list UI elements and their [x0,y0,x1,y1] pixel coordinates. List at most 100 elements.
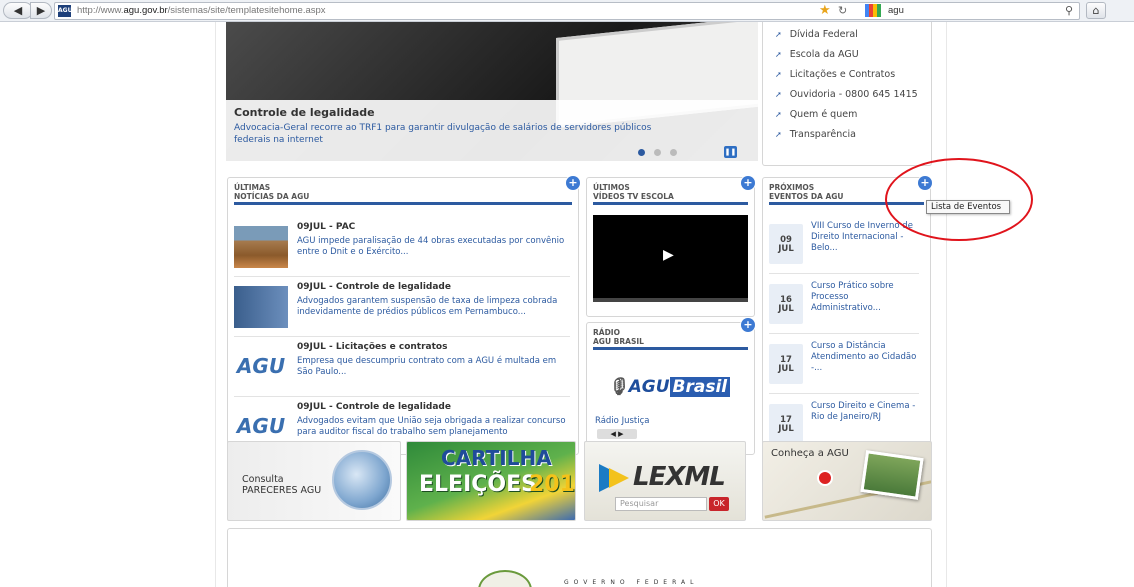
event-item[interactable]: 09 JUL VIII Curso de Inverno de Direito I… [769,216,919,274]
quick-link-transparencia[interactable]: ➚ Transparência [775,129,856,140]
news-heading: ÚLTIMAS NOTÍCIAS DA AGU [234,183,310,201]
news-more-button[interactable]: + [566,176,580,190]
radio-heading-rule [593,347,748,350]
back-arrow-icon: ◀ [13,4,23,17]
forward-button[interactable]: ▶ [30,2,52,19]
external-link-icon: ➚ [775,70,782,79]
event-date: 16 JUL [769,284,803,324]
event-title[interactable]: Curso Prático sobre Processo Administrat… [811,281,919,314]
search-box[interactable]: agu [888,5,904,16]
news-title[interactable]: 09JUL - Licitações e contratos [297,342,447,352]
building-photo [860,450,924,500]
agu-brasil-logo[interactable]: 🎙AGU Brasil [607,373,731,397]
videos-heading: ÚLTIMOS VÍDEOS TV ESCOLA [593,183,674,201]
event-item[interactable]: 17 JUL Curso a Distância Atendimento ao C… [769,336,919,394]
carousel-dot-2[interactable] [654,149,661,156]
address-bar[interactable]: AGU http://www.agu.gov.br/sistemas/site/… [54,2,1080,20]
url-text: http://www.agu.gov.br/sistemas/site/temp… [77,5,326,16]
pause-button[interactable]: ❚❚ [724,146,737,158]
news-heading-rule [234,202,572,205]
conheca-label: Conheça a AGU [771,448,849,459]
external-link-icon: ➚ [775,30,782,39]
play-icon[interactable]: ▶ [618,430,623,438]
lexml-search-input[interactable]: Pesquisar [615,497,707,511]
carousel-dot-1[interactable] [638,149,645,156]
plus-icon: + [568,176,578,189]
hero-title[interactable]: Controle de legalidade [234,106,375,119]
reload-icon[interactable]: ↻ [838,4,847,17]
radio-player-controls[interactable]: ◀ ▶ [597,429,637,439]
event-date: 17 JUL [769,404,803,444]
home-button[interactable]: ⌂ [1086,2,1106,19]
news-thumbnail-agu-logo[interactable]: AGU [234,346,288,388]
radio-justica-link[interactable]: Rádio Justiça [595,416,650,426]
hero-caption: Controle de legalidade Advocacia-Geral r… [226,100,758,161]
search-engine-icon[interactable] [865,4,881,17]
conheca-agu-banner[interactable]: Conheça a AGU [762,441,932,521]
news-description[interactable]: AGU impede paralisação de 44 obras execu… [297,236,567,258]
news-box: ÚLTIMAS NOTÍCIAS DA AGU 09JUL - PAC AGU i… [227,177,579,455]
video-player[interactable]: ▶ [593,215,748,302]
site-favicon-icon: AGU [58,5,72,17]
plus-icon: + [743,318,753,331]
radio-heading: RÁDIO AGU BRASIL [593,328,644,346]
carousel-dot-3[interactable] [670,149,677,156]
consulta-label: Consulta PARECERES AGU [242,474,322,496]
pause-icon: ❚❚ [724,148,737,156]
browser-viewport: ◀ ▶ AGU http://www.agu.gov.br/sistemas/s… [0,0,1134,587]
back-button[interactable]: ◀ [3,2,33,19]
event-item[interactable]: 16 JUL Curso Prático sobre Processo Admin… [769,276,919,334]
consulta-pareceres-banner[interactable]: Consulta PARECERES AGU [227,441,401,521]
external-link-icon: ➚ [775,130,782,139]
quick-link-licitacoes[interactable]: ➚ Licitações e Contratos [775,69,895,80]
cartilha-eleicoes-banner[interactable]: CARTILHA ELEIÇÕES 2012 [406,441,576,521]
cartilha-subtitle: ELEIÇÕES [419,472,537,497]
search-magnifier-icon[interactable]: ⚲ [1065,4,1073,17]
map-pin-icon [819,472,831,484]
news-title[interactable]: 09JUL - PAC [297,222,355,232]
news-thumbnail[interactable] [234,226,288,268]
browser-toolbar: ◀ ▶ AGU http://www.agu.gov.br/sistemas/s… [0,0,1134,22]
hero-carousel[interactable]: Controle de legalidade Advocacia-Geral r… [226,22,758,161]
lexml-banner[interactable]: LEXML Pesquisar OK [584,441,746,521]
quick-link-escola[interactable]: ➚ Escola da AGU [775,49,859,60]
cartilha-year: 2012 [529,472,575,497]
news-title[interactable]: 09JUL - Controle de legalidade [297,402,451,412]
videos-box: ÚLTIMOS VÍDEOS TV ESCOLA ▶ [586,177,755,317]
cartilha-title: CARTILHA [441,446,552,470]
radio-box: RÁDIO AGU BRASIL 🎙AGU Brasil Rádio Justiça… [586,322,755,455]
news-description[interactable]: Empresa que descumpriu contrato com a AG… [297,356,567,378]
videos-more-button[interactable]: + [741,176,755,190]
play-icon[interactable]: ▶ [663,247,674,263]
quick-link-quem-e-quem[interactable]: ➚ Quem é quem [775,109,857,120]
event-date: 17 JUL [769,344,803,384]
news-thumbnail[interactable] [234,286,288,328]
event-title[interactable]: Curso Direito e Cinema - Rio de Janeiro/… [811,401,919,423]
news-item[interactable]: AGU 09JUL - Licitações e contratos Empre… [234,342,570,397]
magnifier-globe-icon [332,450,392,510]
lexml-search-button[interactable]: OK [709,497,729,511]
governo-federal-text: GOVERNO FEDERAL [564,579,699,586]
quick-link-ouvidoria[interactable]: ➚ Ouvidoria - 0800 645 1415 [775,89,918,100]
news-title[interactable]: 09JUL - Controle de legalidade [297,282,451,292]
news-item[interactable]: 09JUL - PAC AGU impede paralisação de 44… [234,222,570,277]
radio-more-button[interactable]: + [741,318,755,332]
external-link-icon: ➚ [775,110,782,119]
quick-links-box: ➚ Dívida Federal ➚ Escola da AGU ➚ Licitaçõ… [762,22,932,166]
bookmark-star-icon[interactable]: ★ [819,3,831,18]
event-title[interactable]: Curso a Distância Atendimento ao Cidadão… [811,341,919,374]
video-progress-bar[interactable] [593,298,748,302]
events-heading: PRÓXIMOS EVENTOS DA AGU [769,183,844,201]
news-item[interactable]: 09JUL - Controle de legalidade Advogados… [234,282,570,337]
hero-description[interactable]: Advocacia-Geral recorre ao TRF1 para gar… [234,122,654,146]
external-link-icon: ➚ [775,50,782,59]
government-seal-icon [478,570,532,587]
news-description[interactable]: Advogados garantem suspensão de taxa de … [297,296,567,318]
event-date: 09 JUL [769,224,803,264]
plus-icon: + [743,176,753,189]
news-description[interactable]: Advogados evitam que União seja obrigada… [297,416,567,438]
footer: GOVERNO FEDERAL [227,528,932,587]
lexml-arrow-accent-icon [609,468,629,488]
quick-link-divida[interactable]: ➚ Dívida Federal [775,29,858,40]
rewind-icon[interactable]: ◀ [610,430,615,438]
